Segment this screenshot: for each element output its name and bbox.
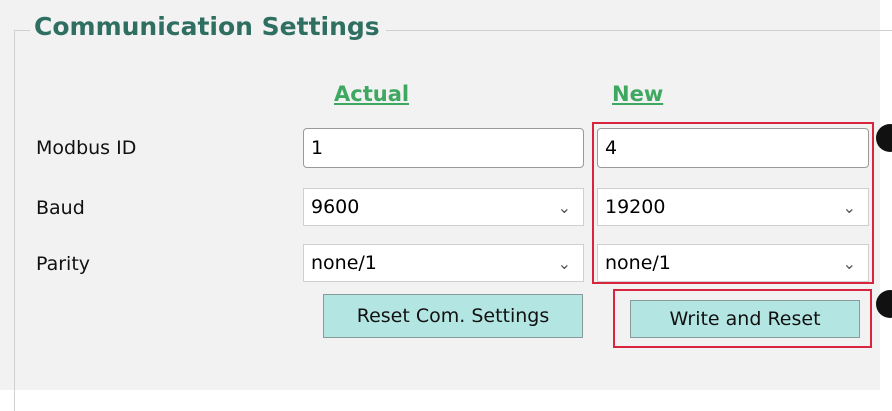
parity-actual-value: none/1	[311, 252, 377, 274]
chevron-down-icon: ⌄	[557, 254, 571, 273]
parity-actual-select[interactable]: none/1 ⌄	[303, 244, 584, 282]
chevron-down-icon: ⌄	[557, 198, 571, 217]
baud-label: Baud	[36, 197, 85, 219]
column-header-actual: Actual	[334, 82, 410, 106]
modbus-id-label: Modbus ID	[36, 137, 137, 159]
write-button-highlight	[613, 289, 872, 348]
new-values-highlight	[592, 122, 874, 284]
parity-label: Parity	[36, 253, 91, 275]
group-title: Communication Settings	[30, 10, 386, 44]
reset-com-settings-button[interactable]: Reset Com. Settings	[323, 294, 583, 338]
column-header-new: New	[612, 82, 664, 106]
modbus-id-actual-field[interactable]: 1	[303, 128, 584, 168]
baud-actual-select[interactable]: 9600 ⌄	[303, 188, 584, 226]
communication-settings-panel: Communication Settings Actual New Modbus…	[0, 0, 892, 411]
baud-actual-value: 9600	[311, 196, 360, 218]
